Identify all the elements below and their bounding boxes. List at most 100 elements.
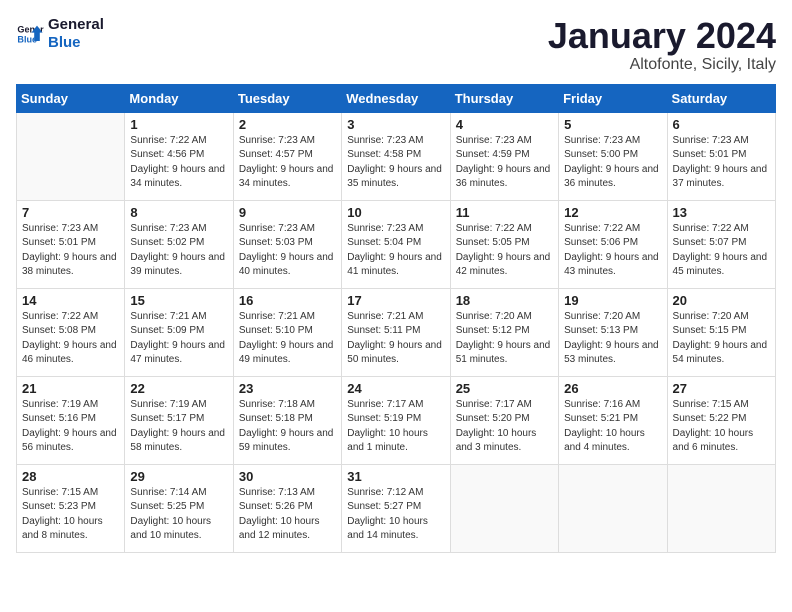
day-number: 19 bbox=[564, 293, 661, 308]
day-info: Sunrise: 7:22 AMSunset: 5:08 PMDaylight:… bbox=[22, 310, 119, 368]
day-info: Sunrise: 7:22 AMSunset: 5:05 PMDaylight:… bbox=[456, 222, 553, 280]
day-info: Sunrise: 7:20 AMSunset: 5:15 PMDaylight:… bbox=[673, 310, 770, 368]
day-info: Sunrise: 7:23 AMSunset: 5:04 PMDaylight:… bbox=[347, 222, 444, 280]
calendar-cell: 4Sunrise: 7:23 AMSunset: 4:59 PMDaylight… bbox=[450, 112, 558, 200]
weekday-header: Friday bbox=[559, 84, 667, 112]
day-number: 23 bbox=[239, 381, 336, 396]
weekday-header: Sunday bbox=[17, 84, 125, 112]
calendar-cell: 19 Sunrise: 7:20 AMSunset: 5:13 PMDayligh… bbox=[559, 288, 667, 376]
day-number: 20 bbox=[673, 293, 770, 308]
calendar-cell: 31Sunrise: 7:12 AMSunset: 5:27 PMDayligh… bbox=[342, 464, 450, 552]
day-info: Sunrise: 7:23 AMSunset: 5:02 PMDaylight:… bbox=[130, 222, 227, 280]
day-info: Sunrise: 7:17 AMSunset: 5:20 PMDaylight:… bbox=[456, 398, 553, 456]
day-number: 21 bbox=[22, 381, 119, 396]
calendar-cell: 22 Sunrise: 7:19 AMSunset: 5:17 PMDayligh… bbox=[125, 376, 233, 464]
day-info: Sunrise: 7:20 AMSunset: 5:13 PMDaylight:… bbox=[564, 310, 661, 368]
day-info: Sunrise: 7:19 AMSunset: 5:16 PMDaylight:… bbox=[22, 398, 119, 456]
day-number: 4 bbox=[456, 117, 553, 132]
weekday-header: Monday bbox=[125, 84, 233, 112]
day-number: 17 bbox=[347, 293, 444, 308]
day-info: Sunrise: 7:23 AMSunset: 5:01 PMDaylight:… bbox=[673, 134, 770, 192]
day-number: 26 bbox=[564, 381, 661, 396]
calendar-cell: 1Sunrise: 7:22 AMSunset: 4:56 PMDaylight… bbox=[125, 112, 233, 200]
day-number: 29 bbox=[130, 469, 227, 484]
calendar-cell: 20 Sunrise: 7:20 AMSunset: 5:15 PMDayligh… bbox=[667, 288, 775, 376]
day-number: 6 bbox=[673, 117, 770, 132]
day-info: Sunrise: 7:13 AMSunset: 5:26 PMDaylight:… bbox=[239, 486, 336, 544]
week-row: 14 Sunrise: 7:22 AMSunset: 5:08 PMDayligh… bbox=[17, 288, 776, 376]
calendar-cell: 25 Sunrise: 7:17 AMSunset: 5:20 PMDayligh… bbox=[450, 376, 558, 464]
calendar-cell: 24Sunrise: 7:17 AMSunset: 5:19 PMDayligh… bbox=[342, 376, 450, 464]
day-number: 9 bbox=[239, 205, 336, 220]
week-row: 21 Sunrise: 7:19 AMSunset: 5:16 PMDayligh… bbox=[17, 376, 776, 464]
calendar-cell: 12 Sunrise: 7:22 AMSunset: 5:06 PMDayligh… bbox=[559, 200, 667, 288]
logo: General Blue General Blue bbox=[16, 16, 104, 52]
week-row: 1Sunrise: 7:22 AMSunset: 4:56 PMDaylight… bbox=[17, 112, 776, 200]
day-number: 15 bbox=[130, 293, 227, 308]
calendar-cell: 11 Sunrise: 7:22 AMSunset: 5:05 PMDayligh… bbox=[450, 200, 558, 288]
day-number: 16 bbox=[239, 293, 336, 308]
day-number: 25 bbox=[456, 381, 553, 396]
day-number: 11 bbox=[456, 205, 553, 220]
day-number: 27 bbox=[673, 381, 770, 396]
day-number: 12 bbox=[564, 205, 661, 220]
day-info: Sunrise: 7:14 AMSunset: 5:25 PMDaylight:… bbox=[130, 486, 227, 544]
calendar-cell: 3 Sunrise: 7:23 AMSunset: 4:58 PMDaylight… bbox=[342, 112, 450, 200]
calendar-cell bbox=[450, 464, 558, 552]
svg-text:Blue: Blue bbox=[17, 34, 37, 44]
weekday-header: Tuesday bbox=[233, 84, 341, 112]
title-block: January 2024 Altofonte, Sicily, Italy bbox=[548, 16, 776, 74]
calendar-cell bbox=[17, 112, 125, 200]
day-info: Sunrise: 7:15 AMSunset: 5:22 PMDaylight:… bbox=[673, 398, 770, 456]
calendar-cell: 28 Sunrise: 7:15 AMSunset: 5:23 PMDayligh… bbox=[17, 464, 125, 552]
calendar-cell: 6 Sunrise: 7:23 AMSunset: 5:01 PMDaylight… bbox=[667, 112, 775, 200]
week-row: 7 Sunrise: 7:23 AMSunset: 5:01 PMDaylight… bbox=[17, 200, 776, 288]
calendar-cell bbox=[667, 464, 775, 552]
day-info: Sunrise: 7:23 AMSunset: 5:00 PMDaylight:… bbox=[564, 134, 661, 192]
day-info: Sunrise: 7:23 AMSunset: 4:57 PMDaylight:… bbox=[239, 134, 336, 192]
day-number: 31 bbox=[347, 469, 444, 484]
day-info: Sunrise: 7:23 AMSunset: 4:58 PMDaylight:… bbox=[347, 134, 444, 192]
day-number: 22 bbox=[130, 381, 227, 396]
day-info: Sunrise: 7:19 AMSunset: 5:17 PMDaylight:… bbox=[130, 398, 227, 456]
day-info: Sunrise: 7:18 AMSunset: 5:18 PMDaylight:… bbox=[239, 398, 336, 456]
calendar-cell: 27 Sunrise: 7:15 AMSunset: 5:22 PMDayligh… bbox=[667, 376, 775, 464]
calendar-cell: 17 Sunrise: 7:21 AMSunset: 5:11 PMDayligh… bbox=[342, 288, 450, 376]
location-subtitle: Altofonte, Sicily, Italy bbox=[548, 56, 776, 74]
weekday-header-row: SundayMondayTuesdayWednesdayThursdayFrid… bbox=[17, 84, 776, 112]
calendar-cell: 13Sunrise: 7:22 AMSunset: 5:07 PMDayligh… bbox=[667, 200, 775, 288]
calendar-cell: 21 Sunrise: 7:19 AMSunset: 5:16 PMDayligh… bbox=[17, 376, 125, 464]
day-number: 7 bbox=[22, 205, 119, 220]
calendar-cell: 2 Sunrise: 7:23 AMSunset: 4:57 PMDaylight… bbox=[233, 112, 341, 200]
day-info: Sunrise: 7:22 AMSunset: 4:56 PMDaylight:… bbox=[130, 134, 227, 192]
calendar-cell: 16 Sunrise: 7:21 AMSunset: 5:10 PMDayligh… bbox=[233, 288, 341, 376]
day-info: Sunrise: 7:23 AMSunset: 5:01 PMDaylight:… bbox=[22, 222, 119, 280]
calendar-table: SundayMondayTuesdayWednesdayThursdayFrid… bbox=[16, 84, 776, 553]
calendar-cell: 7 Sunrise: 7:23 AMSunset: 5:01 PMDaylight… bbox=[17, 200, 125, 288]
day-number: 28 bbox=[22, 469, 119, 484]
calendar-cell bbox=[559, 464, 667, 552]
day-number: 30 bbox=[239, 469, 336, 484]
day-info: Sunrise: 7:21 AMSunset: 5:10 PMDaylight:… bbox=[239, 310, 336, 368]
day-info: Sunrise: 7:21 AMSunset: 5:11 PMDaylight:… bbox=[347, 310, 444, 368]
calendar-cell: 15Sunrise: 7:21 AMSunset: 5:09 PMDayligh… bbox=[125, 288, 233, 376]
weekday-header: Thursday bbox=[450, 84, 558, 112]
day-number: 8 bbox=[130, 205, 227, 220]
calendar-cell: 23 Sunrise: 7:18 AMSunset: 5:18 PMDayligh… bbox=[233, 376, 341, 464]
page-header: General Blue General Blue January 2024 A… bbox=[16, 16, 776, 74]
calendar-cell: 8 Sunrise: 7:23 AMSunset: 5:02 PMDaylight… bbox=[125, 200, 233, 288]
day-number: 14 bbox=[22, 293, 119, 308]
day-number: 5 bbox=[564, 117, 661, 132]
day-info: Sunrise: 7:22 AMSunset: 5:06 PMDaylight:… bbox=[564, 222, 661, 280]
day-info: Sunrise: 7:15 AMSunset: 5:23 PMDaylight:… bbox=[22, 486, 119, 544]
calendar-cell: 30 Sunrise: 7:13 AMSunset: 5:26 PMDayligh… bbox=[233, 464, 341, 552]
month-title: January 2024 bbox=[548, 16, 776, 56]
logo-icon: General Blue bbox=[16, 20, 44, 48]
calendar-cell: 14 Sunrise: 7:22 AMSunset: 5:08 PMDayligh… bbox=[17, 288, 125, 376]
day-number: 2 bbox=[239, 117, 336, 132]
day-number: 3 bbox=[347, 117, 444, 132]
calendar-cell: 26 Sunrise: 7:16 AMSunset: 5:21 PMDayligh… bbox=[559, 376, 667, 464]
calendar-cell: 10Sunrise: 7:23 AMSunset: 5:04 PMDayligh… bbox=[342, 200, 450, 288]
day-info: Sunrise: 7:16 AMSunset: 5:21 PMDaylight:… bbox=[564, 398, 661, 456]
logo-line1: General bbox=[48, 16, 104, 34]
